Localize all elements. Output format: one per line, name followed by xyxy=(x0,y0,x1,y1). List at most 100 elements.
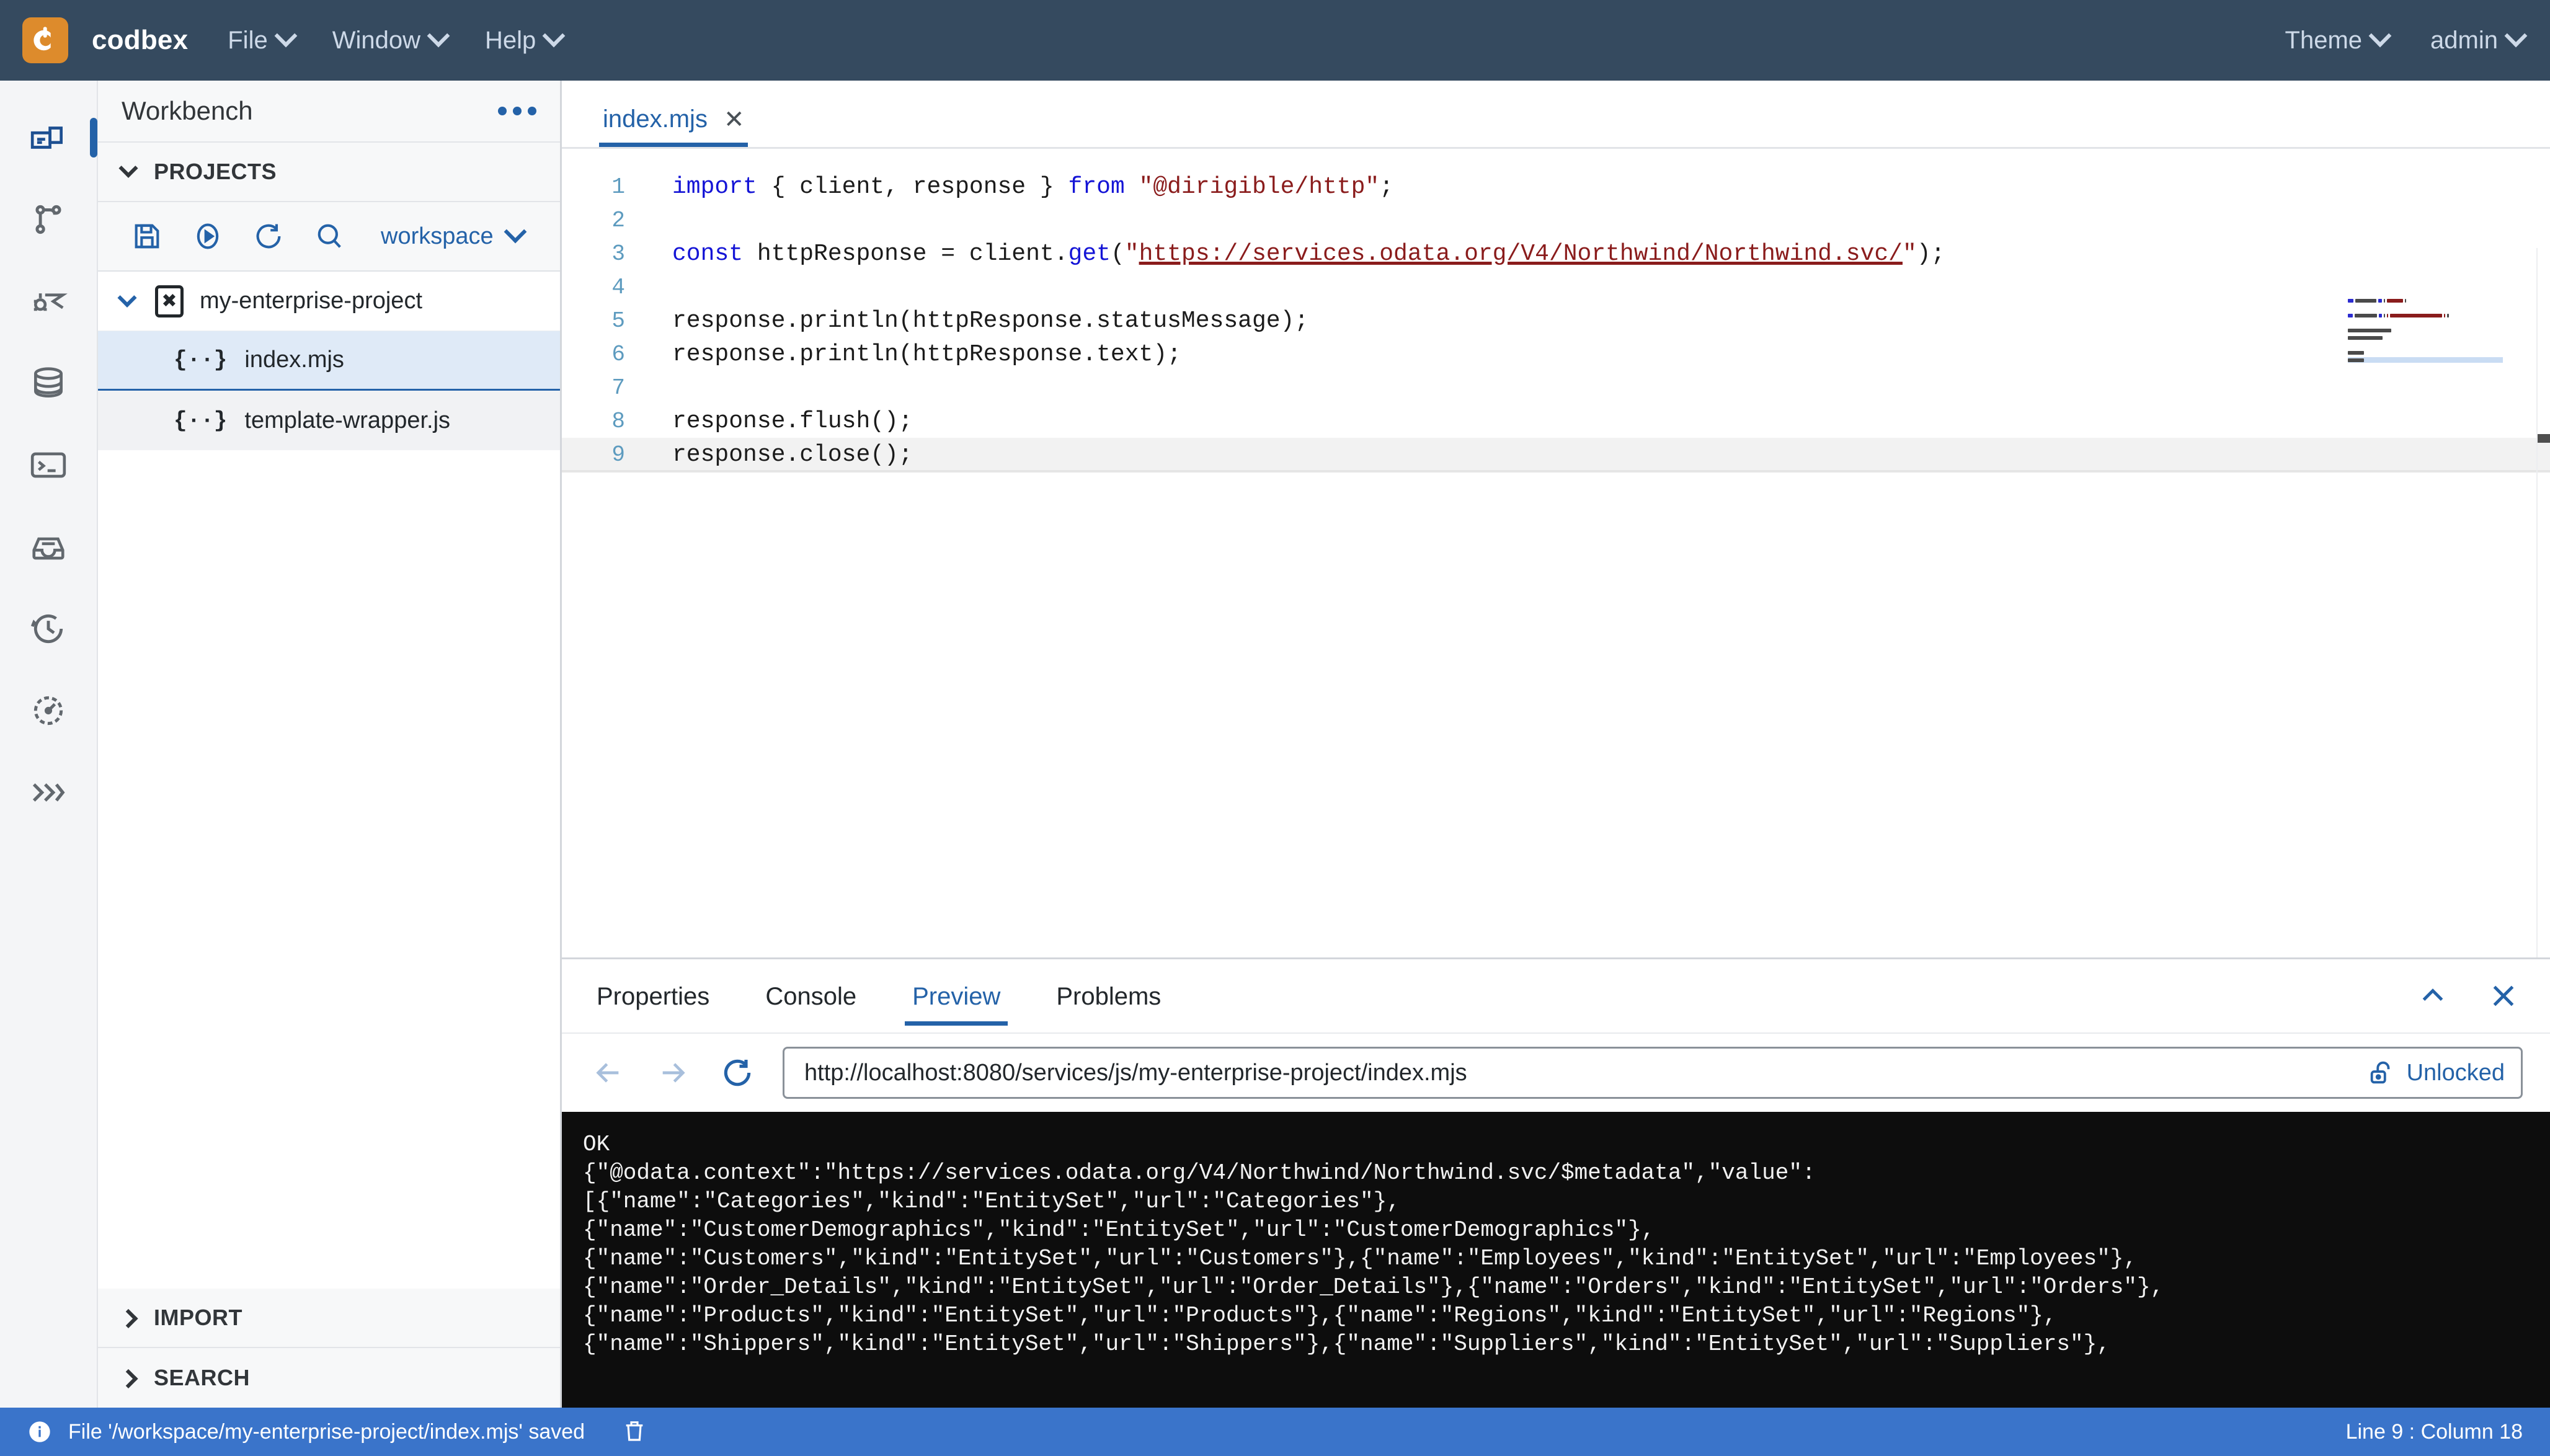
section-import[interactable]: IMPORT xyxy=(98,1289,560,1348)
code-editor[interactable]: 1 import { client, response } from "@diri… xyxy=(562,149,2550,957)
rail-item-workbench[interactable] xyxy=(0,97,97,179)
line-number: 6 xyxy=(611,341,625,367)
forward-button[interactable] xyxy=(654,1054,692,1092)
reload-icon xyxy=(724,1059,751,1086)
debugger-icon xyxy=(33,293,68,311)
main-area: index.mjs ✕ 1 import { client, response }… xyxy=(562,81,2550,1408)
tab-problems[interactable]: Problems xyxy=(1049,967,1168,1026)
rail-item-database[interactable] xyxy=(0,342,97,424)
unlock-icon xyxy=(2370,1061,2389,1084)
menu-window[interactable]: Window xyxy=(332,24,450,55)
minimap-line xyxy=(2348,327,2503,333)
chevrons-icon xyxy=(32,783,65,802)
code-lines: 1 import { client, response } from "@diri… xyxy=(562,149,2550,957)
repository-icon xyxy=(32,537,64,560)
preview-browser-toolbar: http://localhost:8080/services/js/my-ent… xyxy=(562,1034,2550,1112)
line-text: response.close(); xyxy=(672,441,913,468)
tree-item-index-mjs[interactable]: {··} index.mjs xyxy=(98,331,560,391)
menu-help[interactable]: Help xyxy=(485,24,566,55)
section-search[interactable]: SEARCH xyxy=(98,1348,560,1408)
explorer-header: Workbench xyxy=(98,81,560,143)
minimap-line xyxy=(2348,335,2503,340)
code-line: 6 response.println(httpResponse.text); xyxy=(562,337,2550,371)
collapse-chevron-up-icon[interactable] xyxy=(2417,980,2448,1011)
rail-item-chevrons[interactable] xyxy=(0,752,97,833)
status-message-group: File '/workspace/my-enterprise-project/i… xyxy=(27,1418,647,1446)
workspace-label: workspace xyxy=(381,223,494,249)
console-line: {"@odata.context":"https://services.odat… xyxy=(583,1160,1816,1186)
menu-user[interactable]: admin xyxy=(2430,24,2528,55)
back-button[interactable] xyxy=(589,1054,628,1092)
tab-console[interactable]: Console xyxy=(758,967,864,1026)
rail-item-dashboard[interactable] xyxy=(0,670,97,752)
line-number: 7 xyxy=(611,375,625,401)
menu-file[interactable]: File xyxy=(228,24,298,55)
rail-item-debugger[interactable] xyxy=(0,260,97,342)
rail-item-git[interactable] xyxy=(0,179,97,260)
preview-console-output: OK {"@odata.context":"https://services.od… xyxy=(562,1112,2550,1408)
minimap-line xyxy=(2348,342,2503,348)
file-label: template-wrapper.js xyxy=(244,407,451,433)
preview-url-text: http://localhost:8080/services/js/my-ent… xyxy=(804,1059,1467,1086)
tree-item-template-wrapper-js[interactable]: {··} template-wrapper.js xyxy=(98,391,560,450)
publish-button[interactable] xyxy=(177,206,238,267)
editor-minimap[interactable] xyxy=(2348,298,2503,365)
rail-item-terminal[interactable] xyxy=(0,424,97,506)
code-line: 5 response.println(httpResponse.statusMes… xyxy=(562,304,2550,337)
workspace-selector[interactable]: workspace xyxy=(381,220,527,250)
chevron-down-icon xyxy=(118,158,138,178)
terminal-icon xyxy=(30,452,66,478)
editor-tabbar: index.mjs ✕ xyxy=(562,81,2550,149)
reload-button[interactable] xyxy=(718,1054,757,1092)
jobs-history-icon xyxy=(30,614,63,644)
git-branch-icon xyxy=(35,205,61,234)
close-icon[interactable]: ✕ xyxy=(724,107,745,132)
section-projects[interactable]: PROJECTS xyxy=(98,143,560,202)
js-file-icon: {··} xyxy=(174,407,228,433)
search-button[interactable] xyxy=(299,206,360,267)
code-line: 3 const httpResponse = client.get("https:… xyxy=(562,237,2550,270)
line-text: const httpResponse = client.get("https:/… xyxy=(672,240,1945,267)
dashboard-gauge-icon xyxy=(33,696,63,726)
tab-properties[interactable]: Properties xyxy=(589,967,717,1026)
tree-empty-space xyxy=(98,450,560,1132)
line-number: 3 xyxy=(611,241,625,267)
project-label: my-enterprise-project xyxy=(200,288,422,314)
line-number: 2 xyxy=(611,207,625,233)
tab-preview[interactable]: Preview xyxy=(905,967,1008,1026)
save-all-icon xyxy=(135,224,159,249)
save-all-button[interactable] xyxy=(117,206,177,267)
tree-item-project[interactable]: ✖ my-enterprise-project xyxy=(98,272,560,331)
chevron-down-icon xyxy=(274,24,298,48)
chevron-down-icon xyxy=(427,24,450,48)
chevron-right-icon xyxy=(118,1369,138,1388)
file-label: index.mjs xyxy=(244,347,344,373)
code-line: 1 import { client, response } from "@diri… xyxy=(562,170,2550,203)
preview-url-input[interactable]: http://localhost:8080/services/js/my-ent… xyxy=(783,1047,2523,1099)
line-number: 1 xyxy=(611,174,625,200)
line-text: import { client, response } from "@dirig… xyxy=(672,173,1394,200)
perspective-rail xyxy=(0,81,98,1408)
editor-tab-index-mjs[interactable]: index.mjs ✕ xyxy=(584,105,763,147)
console-line: {"name":"Shippers","kind":"EntitySet","u… xyxy=(583,1331,2110,1357)
main-menu: File Window Help xyxy=(228,24,600,55)
line-number: 4 xyxy=(611,274,625,300)
close-icon[interactable] xyxy=(2488,980,2519,1011)
clear-status-button[interactable] xyxy=(622,1418,647,1446)
console-line: {"name":"Order_Details","kind":"EntitySe… xyxy=(583,1274,2164,1300)
minimap-line xyxy=(2348,357,2503,363)
menu-theme[interactable]: Theme xyxy=(2285,24,2392,55)
minimap-line xyxy=(2348,350,2503,355)
refresh-button[interactable] xyxy=(238,206,299,267)
rail-item-jobs[interactable] xyxy=(0,588,97,670)
line-text: response.println(httpResponse.statusMess… xyxy=(672,307,1309,334)
explorer-toolbar: workspace xyxy=(98,202,560,272)
chevron-down-icon xyxy=(117,288,137,308)
menu-theme-label: Theme xyxy=(2285,26,2363,54)
lock-toggle-button[interactable]: Unlocked xyxy=(2367,1059,2505,1087)
editor-vertical-scrollbar[interactable] xyxy=(2536,248,2550,957)
rail-item-repository[interactable] xyxy=(0,506,97,588)
editor-tab-label: index.mjs xyxy=(603,105,708,133)
menu-user-label: admin xyxy=(2430,26,2498,54)
more-dots-icon[interactable] xyxy=(498,107,536,115)
